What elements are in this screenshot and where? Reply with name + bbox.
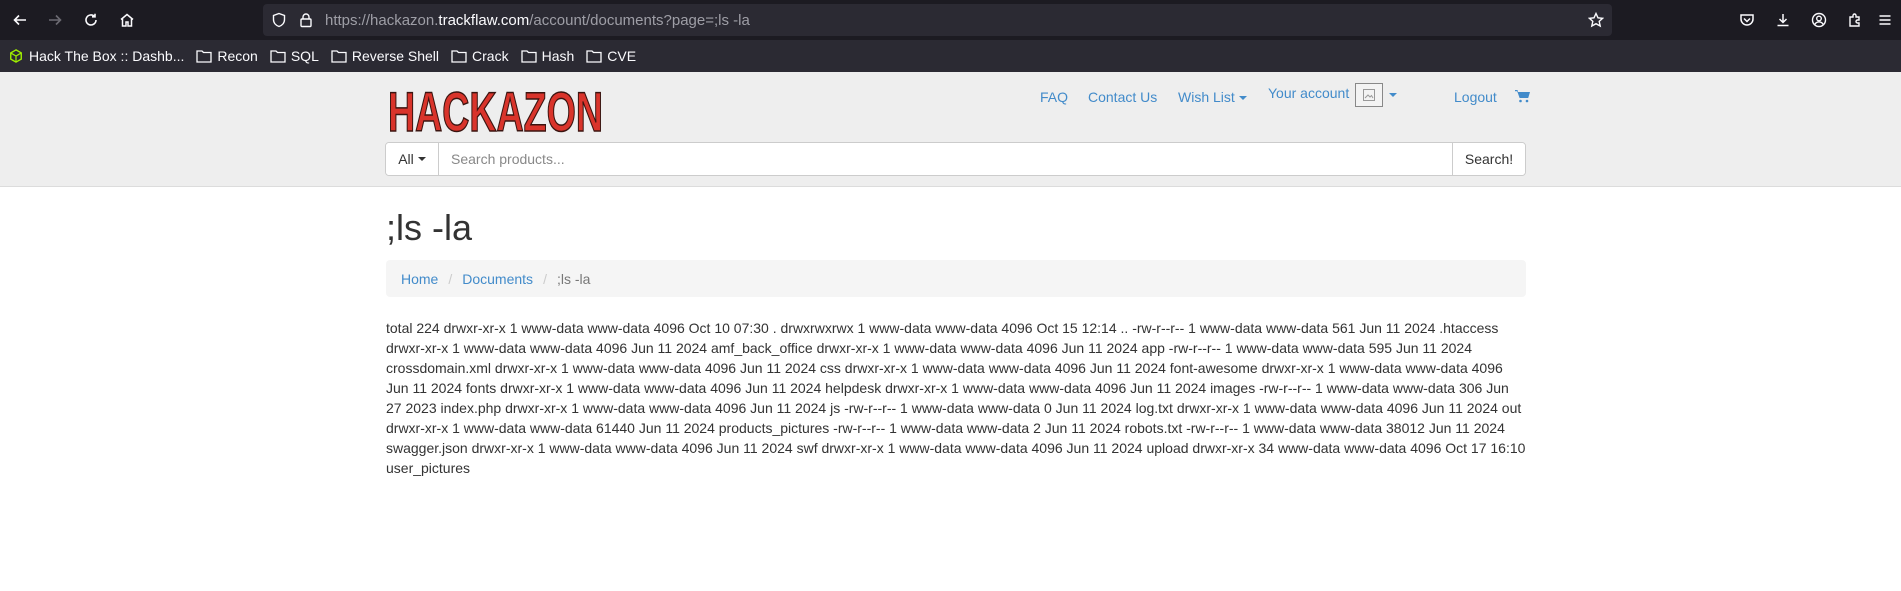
breadcrumb-current: ;ls -la <box>556 270 591 287</box>
reload-icon[interactable] <box>79 8 103 32</box>
search-input[interactable] <box>439 143 1452 175</box>
wish-list-label: Wish List <box>1178 89 1235 105</box>
search-category-select[interactable]: All <box>386 143 439 175</box>
logo-text: HACKAZON <box>388 80 603 138</box>
site-header: HACKAZON FAQ Contact Us Wish List Your a… <box>0 72 1901 187</box>
folder-icon <box>586 50 602 63</box>
search-category-label: All <box>398 151 414 167</box>
nav-your-account[interactable]: Your account <box>1268 85 1349 101</box>
bookmark-htb[interactable]: Hack The Box :: Dashb... <box>8 48 184 64</box>
cart-icon[interactable] <box>1515 89 1531 103</box>
nav-logout[interactable]: Logout <box>1454 89 1497 105</box>
folder-icon <box>451 50 467 63</box>
home-icon[interactable] <box>115 8 139 32</box>
url-text[interactable]: https://hackazon.trackflaw.com/account/d… <box>325 12 750 29</box>
bookmark-label: Hash <box>541 48 575 64</box>
bookmark-hash[interactable]: Hash <box>520 48 575 64</box>
htb-cube-icon <box>10 49 22 63</box>
pocket-icon[interactable] <box>1735 8 1759 32</box>
bookmark-sql[interactable]: SQL <box>270 48 319 64</box>
folder-icon <box>520 50 537 63</box>
breadcrumb-home[interactable]: Home <box>401 271 438 287</box>
menu-icon[interactable] <box>1873 8 1897 32</box>
lock-icon[interactable] <box>298 12 314 28</box>
search-button[interactable]: Search! <box>1452 143 1525 175</box>
bookmark-label: Crack <box>472 48 509 64</box>
bookmark-cve[interactable]: CVE <box>586 48 636 64</box>
url-host: trackflaw.com <box>438 12 530 29</box>
back-arrow-icon[interactable] <box>8 8 32 32</box>
chevron-down-icon <box>1238 96 1247 101</box>
page-title: ;ls -la <box>386 207 473 248</box>
bookmark-star-icon[interactable] <box>1587 11 1605 28</box>
download-icon[interactable] <box>1771 8 1795 32</box>
folder-icon <box>331 50 347 63</box>
shield-icon[interactable] <box>271 12 287 28</box>
bookmark-label: Reverse Shell <box>351 48 440 64</box>
command-output: total 224 drwxr-xr-x 1 www-data www-data… <box>386 320 1526 476</box>
url-prefix: https://hackazon. <box>325 12 439 29</box>
search-bar: All Search! <box>385 142 1526 176</box>
forward-arrow-icon[interactable] <box>43 8 67 32</box>
avatar[interactable] <box>1355 83 1383 107</box>
nav-wish-list[interactable]: Wish List <box>1178 89 1247 105</box>
account-icon[interactable] <box>1807 8 1831 32</box>
bookmark-recon[interactable]: Recon <box>196 48 258 64</box>
account-chevron-down-icon[interactable] <box>1389 93 1397 97</box>
hackazon-logo[interactable]: HACKAZON <box>387 78 604 144</box>
folder-icon <box>196 50 213 63</box>
bookmark-label: Recon <box>217 48 258 64</box>
breadcrumb-separator: / <box>543 270 547 287</box>
folder-icon <box>270 50 286 63</box>
chevron-down-icon <box>417 157 426 161</box>
url-path: /account/documents?page=;ls -la <box>529 12 750 29</box>
breadcrumb: Home / Documents / ;ls -la <box>386 260 1526 297</box>
bookmark-reverse-shell[interactable]: Reverse Shell <box>331 48 439 64</box>
breadcrumb-separator: / <box>448 270 453 287</box>
nav-faq[interactable]: FAQ <box>1040 89 1068 105</box>
bookmark-label: SQL <box>290 48 319 64</box>
breadcrumb-documents[interactable]: Documents <box>462 271 533 287</box>
bookmark-label: Hack The Box :: Dashb... <box>29 48 185 64</box>
nav-contact-us[interactable]: Contact Us <box>1088 89 1157 105</box>
bookmark-label: CVE <box>607 48 637 64</box>
browser-toolbar: https://hackazon.trackflaw.com/account/d… <box>0 0 1901 40</box>
extensions-icon[interactable] <box>1843 8 1867 32</box>
bookmark-crack[interactable]: Crack <box>451 48 509 64</box>
url-bar[interactable]: https://hackazon.trackflaw.com/account/d… <box>263 4 1612 36</box>
bookmarks-bar: Hack The Box :: Dashb... Recon SQL Rever… <box>0 40 1901 72</box>
